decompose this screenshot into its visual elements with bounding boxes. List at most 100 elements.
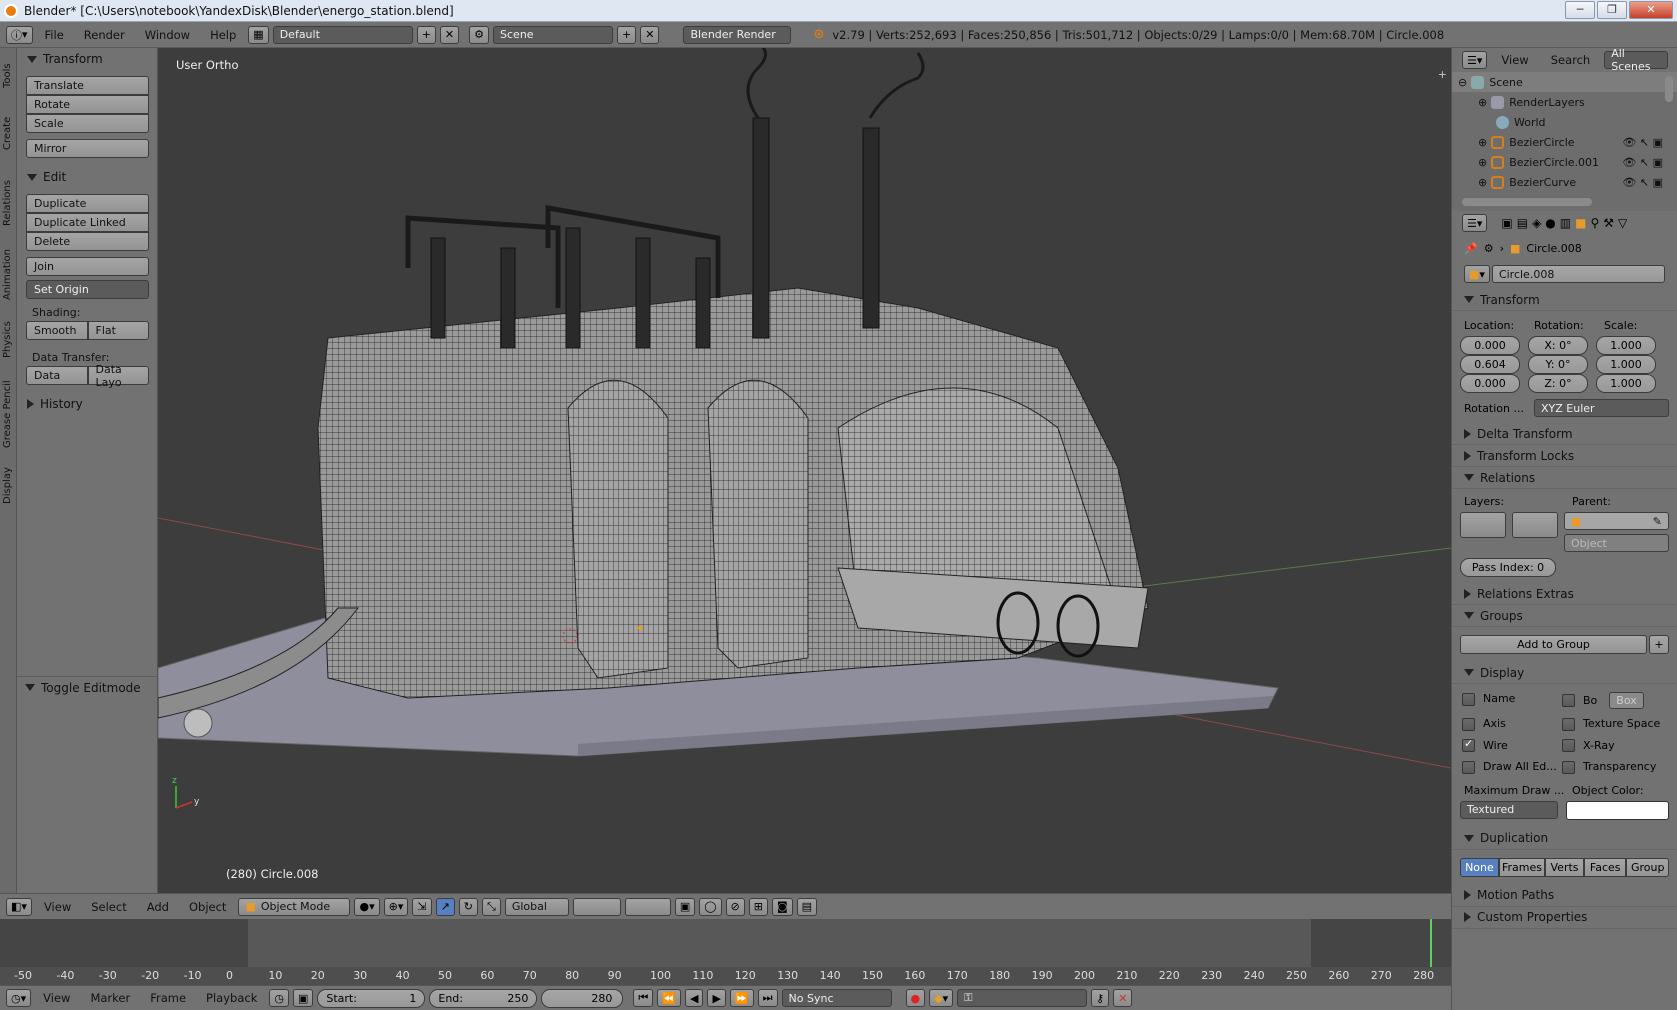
- outliner-item-beziercurve[interactable]: ⊕ BezierCurve 👁 ↖ ▣: [1452, 172, 1677, 192]
- mirror-button[interactable]: Mirror: [26, 139, 149, 158]
- layout-field[interactable]: Default: [272, 25, 413, 44]
- keying-set-button[interactable]: ◆ ▾: [929, 989, 954, 1007]
- duplication-header[interactable]: Duplication: [1452, 828, 1677, 850]
- name-checkbox[interactable]: Name: [1462, 692, 1562, 709]
- remove-layout-button[interactable]: ✕: [439, 25, 460, 44]
- lock-layers-button[interactable]: ▣: [674, 897, 696, 916]
- rotation-mode-select[interactable]: XYZ Euler: [1534, 399, 1669, 417]
- rotation-x-field[interactable]: X: 0°: [1528, 336, 1588, 355]
- editor-type-button[interactable]: ◧ ▾: [6, 897, 32, 916]
- mode-select[interactable]: ■ Object Mode: [238, 897, 351, 916]
- layer-grid-2[interactable]: [1512, 512, 1558, 538]
- dup-frames-button[interactable]: Frames: [1498, 857, 1546, 877]
- dup-none-button[interactable]: None: [1460, 857, 1499, 877]
- data-button[interactable]: Data: [26, 366, 88, 385]
- translate-manipulator[interactable]: ↗: [435, 897, 455, 916]
- menu-help[interactable]: Help: [202, 28, 244, 42]
- flat-button[interactable]: Flat: [87, 321, 149, 340]
- transform-locks-header[interactable]: Transform Locks: [1452, 445, 1677, 467]
- visibility-icons[interactable]: 👁 ↖ ▣: [1622, 136, 1663, 149]
- jump-prev-keyframe-button[interactable]: ⏪: [657, 989, 681, 1007]
- current-frame-field[interactable]: 280: [541, 988, 624, 1008]
- object-color-swatch[interactable]: [1566, 800, 1669, 820]
- outliner-view-menu[interactable]: View: [1493, 53, 1536, 67]
- insert-keyframe-button[interactable]: ⚷: [1091, 989, 1110, 1007]
- pass-index-field[interactable]: Pass Index: 0: [1460, 558, 1556, 577]
- outliner-item-renderlayers[interactable]: ⊕ RenderLayers: [1452, 92, 1677, 112]
- display-header[interactable]: Display: [1452, 662, 1677, 684]
- 3d-viewport[interactable]: z y User Ortho (280) Circle.008 +: [158, 48, 1451, 893]
- menu-select[interactable]: Select: [83, 900, 134, 914]
- scene-icon-button[interactable]: ⚙: [469, 25, 490, 44]
- object-name-field[interactable]: Circle.008: [1491, 265, 1665, 283]
- scale-z-field[interactable]: 1.000: [1596, 374, 1656, 393]
- snap-button[interactable]: ⊘: [725, 897, 745, 916]
- add-region-icon[interactable]: +: [1438, 68, 1447, 81]
- layer-buttons-2[interactable]: [624, 897, 671, 916]
- new-group-button[interactable]: +: [1649, 635, 1669, 654]
- pivot-point-button[interactable]: ⊕ ▾: [383, 897, 409, 916]
- parent-field[interactable]: ■ ✎: [1564, 512, 1669, 530]
- pin-icon[interactable]: 📌: [1464, 242, 1478, 255]
- layout-icon-button[interactable]: ▦: [248, 25, 269, 44]
- render-opengl-button[interactable]: ◙: [771, 897, 793, 916]
- scale-manipulator[interactable]: ⤡: [482, 897, 501, 916]
- outliner-search-menu[interactable]: Search: [1543, 53, 1599, 67]
- rotation-y-field[interactable]: Y: 0°: [1528, 355, 1588, 374]
- context-tabs-icons[interactable]: ▣▤◈●▥■⚲⚒▽: [1501, 216, 1631, 230]
- properties-editor-type[interactable]: ☰ ▾: [1462, 214, 1488, 232]
- menu-frame[interactable]: Frame: [142, 991, 194, 1005]
- add-scene-button[interactable]: +: [617, 25, 637, 44]
- render-engine-select[interactable]: Blender Render: [683, 25, 792, 44]
- smooth-button[interactable]: Smooth: [26, 321, 88, 340]
- visibility-icons[interactable]: 👁 ↖ ▣: [1622, 156, 1663, 169]
- menu-timeline-view[interactable]: View: [35, 991, 78, 1005]
- custom-properties-header[interactable]: Custom Properties: [1452, 907, 1677, 929]
- play-reverse-button[interactable]: ◀: [684, 989, 704, 1007]
- duplicate-button[interactable]: Duplicate: [26, 194, 149, 213]
- xray-checkbox[interactable]: X-Ray: [1562, 739, 1662, 752]
- delta-transform-header[interactable]: Delta Transform: [1452, 423, 1677, 445]
- info-editor-type-button[interactable]: ⓘ ▾: [6, 25, 33, 44]
- timeline[interactable]: -50 -40 -30 -20 -10 0 10 20 30 40 50 60 70 80 90 100 110…: [0, 919, 1451, 985]
- minimize-button[interactable]: ─: [1565, 1, 1595, 19]
- location-y-field[interactable]: 0.604: [1460, 355, 1520, 374]
- groups-header[interactable]: Groups: [1452, 605, 1677, 627]
- record-button[interactable]: ●: [905, 989, 926, 1007]
- outliner-editor-type[interactable]: ☰ ▾: [1462, 51, 1488, 69]
- wire-checkbox[interactable]: Wire: [1462, 737, 1562, 752]
- delete-button[interactable]: Delete: [26, 232, 149, 251]
- axis-checkbox[interactable]: Axis: [1462, 717, 1562, 731]
- outliner-item-world[interactable]: World: [1452, 112, 1677, 132]
- play-button[interactable]: ▶: [707, 989, 726, 1007]
- texture-space-checkbox[interactable]: Texture Space: [1562, 717, 1662, 731]
- menu-view[interactable]: View: [36, 900, 79, 914]
- location-z-field[interactable]: 0.000: [1460, 374, 1520, 393]
- proportional-edit-button[interactable]: ◯: [699, 897, 722, 916]
- timeline-editor-type[interactable]: ◷ ▾: [6, 989, 32, 1007]
- render-animation-button[interactable]: ▤: [796, 897, 818, 916]
- scene-field[interactable]: Scene: [493, 25, 614, 44]
- lock-frame-button[interactable]: ▣: [292, 989, 314, 1007]
- location-x-field[interactable]: 0.000: [1460, 336, 1520, 355]
- bounds-type-select[interactable]: Box: [1609, 692, 1644, 709]
- current-frame-marker[interactable]: [1430, 919, 1432, 967]
- rotate-button[interactable]: Rotate: [26, 95, 149, 114]
- delete-keyframe-button[interactable]: ✕: [1113, 989, 1133, 1007]
- add-layout-button[interactable]: +: [416, 25, 436, 44]
- menu-window[interactable]: Window: [137, 28, 198, 42]
- relations-extras-header[interactable]: Relations Extras: [1452, 583, 1677, 605]
- menu-playback[interactable]: Playback: [198, 991, 265, 1005]
- rotation-z-field[interactable]: Z: 0°: [1528, 374, 1588, 393]
- edit-panel-header[interactable]: Edit: [17, 166, 157, 188]
- scale-x-field[interactable]: 1.000: [1596, 336, 1656, 355]
- keying-set-field[interactable]: ⚿: [957, 989, 1088, 1007]
- remove-scene-button[interactable]: ✕: [640, 25, 660, 44]
- scale-button[interactable]: Scale: [26, 114, 149, 133]
- transparency-checkbox[interactable]: Transparency: [1562, 760, 1662, 774]
- join-button[interactable]: Join: [26, 257, 149, 276]
- maximize-button[interactable]: ❐: [1597, 1, 1627, 19]
- jump-end-button[interactable]: ⏭: [757, 989, 778, 1007]
- preview-range-button[interactable]: ◷: [269, 989, 289, 1007]
- outliner-vscrollbar[interactable]: [1665, 76, 1673, 102]
